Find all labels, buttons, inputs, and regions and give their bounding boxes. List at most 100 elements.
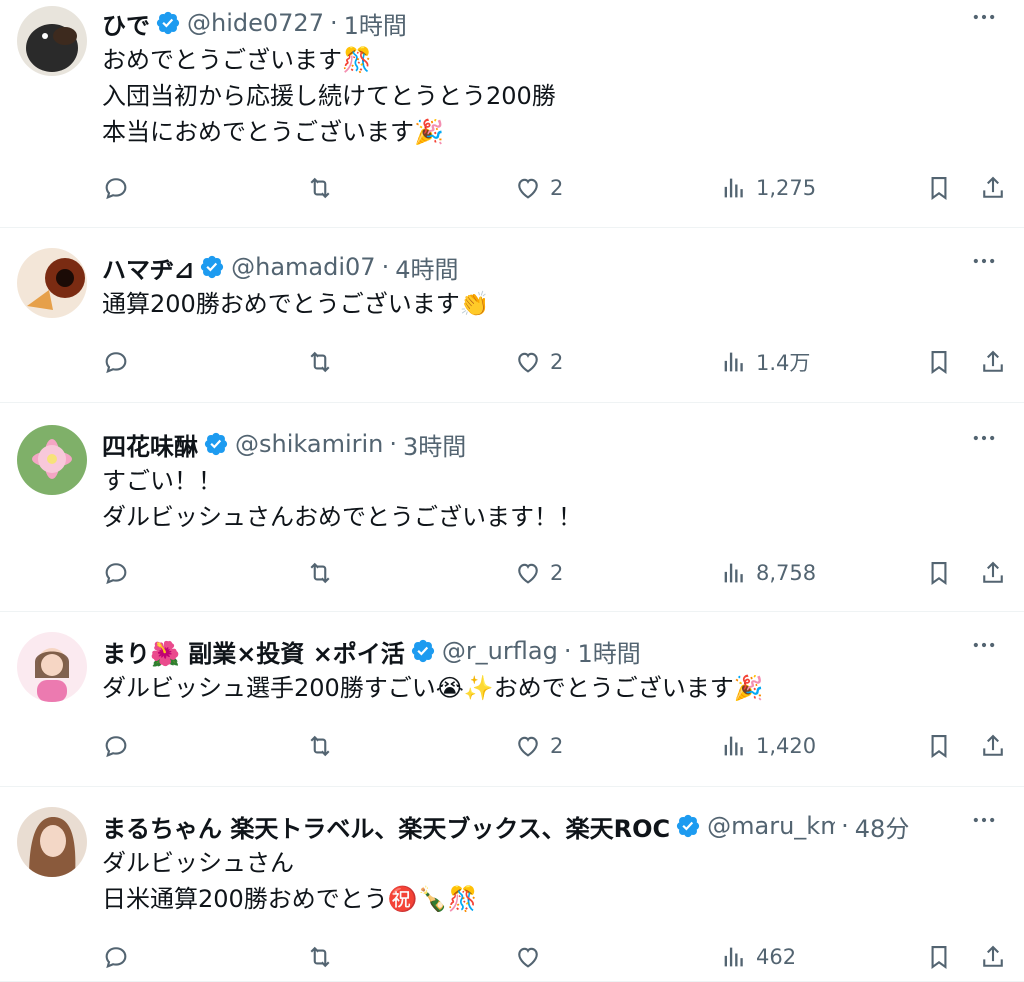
share-button[interactable] bbox=[979, 344, 1007, 380]
tweet-5[interactable]: まるちゃん 楽天トラベル、楽天ブックス、楽天ROC @maru_km · 48分… bbox=[0, 787, 1024, 982]
views-chart-icon bbox=[724, 178, 743, 198]
share-button[interactable] bbox=[979, 728, 1007, 764]
reply-button[interactable] bbox=[102, 344, 130, 380]
like-button[interactable]: 2 bbox=[514, 170, 563, 206]
retweet-button[interactable] bbox=[306, 555, 334, 591]
display-name[interactable]: まるちゃん 楽天トラベル、楽天ブックス、楽天ROC bbox=[102, 809, 670, 844]
share-button[interactable] bbox=[979, 939, 1007, 975]
separator: · bbox=[381, 253, 390, 281]
bookmark-icon bbox=[931, 177, 947, 200]
tweet-3[interactable]: 四花味醂 @shikamirin · 3時間 すごい！！ ダルビッシュさんおめで… bbox=[0, 403, 1024, 612]
tweet-text: おめでとうございます🎊 入団当初から応援し続けてとうとう200勝 本当におめでと… bbox=[102, 42, 964, 150]
views-button[interactable]: 1,420 bbox=[720, 728, 816, 764]
tweet-2[interactable]: ハマヂ⊿ @hamadi07 · 4時間 通算200勝おめでとうございます👏 2… bbox=[0, 228, 1024, 403]
tweet-text-line: ダルビッシュさん bbox=[102, 849, 294, 877]
more-options-icon[interactable] bbox=[964, 628, 1004, 662]
bookmark-icon bbox=[931, 946, 947, 969]
retweet-button[interactable] bbox=[306, 344, 334, 380]
tweet-text-line: ダルビッシュ選手200勝すごい😭✨おめでとうございます🎉 bbox=[102, 674, 764, 702]
bookmark-icon bbox=[931, 562, 947, 585]
share-icon bbox=[983, 350, 1003, 372]
view-count: 1,420 bbox=[756, 734, 817, 758]
retweet-button[interactable] bbox=[306, 939, 334, 975]
share-button[interactable] bbox=[979, 555, 1007, 591]
separator: · bbox=[329, 9, 338, 37]
view-count: 1,275 bbox=[756, 176, 817, 200]
tweet-text: 通算200勝おめでとうございます👏 bbox=[102, 286, 964, 322]
bookmark-button[interactable] bbox=[925, 555, 953, 591]
like-count: 2 bbox=[550, 561, 564, 585]
timestamp[interactable]: 3時間 bbox=[403, 427, 466, 462]
handle[interactable]: @maru_km bbox=[707, 812, 835, 840]
more-options-icon[interactable] bbox=[964, 421, 1004, 455]
tweet-text-line: 通算200勝おめでとうございます👏 bbox=[102, 290, 490, 318]
avatar[interactable] bbox=[17, 248, 87, 318]
retweet-button[interactable] bbox=[306, 170, 334, 206]
avatar[interactable] bbox=[17, 6, 87, 76]
tweet-text: ダルビッシュさん 日米通算200勝おめでとう㊗️🍾🎊 bbox=[102, 845, 964, 917]
retweet-icon bbox=[310, 735, 330, 757]
separator: · bbox=[389, 430, 397, 458]
tweet-text-line: 日米通算200勝おめでとう㊗️🍾🎊 bbox=[102, 885, 478, 913]
reply-button[interactable] bbox=[102, 728, 130, 764]
avatar[interactable] bbox=[17, 807, 87, 877]
view-count: 462 bbox=[756, 945, 797, 969]
retweet-button[interactable] bbox=[306, 728, 334, 764]
reply-icon bbox=[105, 352, 127, 374]
like-button[interactable] bbox=[514, 939, 550, 975]
views-button[interactable]: 1.4万 bbox=[720, 344, 810, 380]
display-name[interactable]: 四花味醂 bbox=[102, 427, 198, 462]
retweet-icon bbox=[310, 562, 330, 584]
handle[interactable]: @r_urflag bbox=[442, 637, 558, 665]
verified-badge-icon bbox=[201, 255, 224, 279]
views-button[interactable]: 462 bbox=[720, 939, 796, 975]
tweet-text-line: ダルビッシュさんおめでとうございます！！ bbox=[102, 503, 582, 531]
heart-icon bbox=[518, 563, 538, 584]
tweet-4[interactable]: まり🌺 副業×投資 ×ポイ活 @r_urflag · 1時間 ダルビッシュ選手2… bbox=[0, 612, 1024, 787]
view-count: 1.4万 bbox=[756, 351, 811, 375]
like-button[interactable]: 2 bbox=[514, 344, 563, 380]
retweet-icon bbox=[310, 177, 330, 199]
handle[interactable]: @shikamirin bbox=[235, 430, 383, 458]
handle[interactable]: @hide0727 bbox=[187, 9, 324, 37]
tweet-text-line: 入団当初から応援し続けてとうとう200勝 bbox=[102, 82, 556, 110]
share-icon bbox=[983, 734, 1003, 756]
bookmark-button[interactable] bbox=[925, 939, 953, 975]
reply-button[interactable] bbox=[102, 170, 130, 206]
heart-icon bbox=[518, 947, 538, 968]
views-button[interactable]: 8,758 bbox=[720, 555, 816, 591]
more-options-icon[interactable] bbox=[964, 0, 1004, 34]
more-options-icon[interactable] bbox=[964, 803, 1004, 837]
like-count: 2 bbox=[550, 350, 564, 374]
timestamp[interactable]: 4時間 bbox=[395, 250, 458, 285]
bookmark-button[interactable] bbox=[925, 728, 953, 764]
heart-icon bbox=[518, 352, 538, 373]
like-button[interactable]: 2 bbox=[514, 555, 563, 591]
retweet-icon bbox=[310, 946, 330, 968]
reply-button[interactable] bbox=[102, 939, 130, 975]
tweet-text-line: すごい！！ bbox=[102, 467, 222, 495]
verified-badge-icon bbox=[156, 11, 180, 35]
display-name[interactable]: まり🌺 副業×投資 ×ポイ活 bbox=[102, 634, 405, 669]
timestamp[interactable]: 48分 bbox=[855, 809, 910, 844]
share-icon bbox=[983, 945, 1003, 967]
avatar[interactable] bbox=[17, 425, 87, 495]
share-icon bbox=[983, 561, 1003, 583]
timestamp[interactable]: 1時間 bbox=[577, 634, 640, 669]
like-button[interactable]: 2 bbox=[514, 728, 563, 764]
views-button[interactable]: 1,275 bbox=[720, 170, 816, 206]
bookmark-button[interactable] bbox=[925, 344, 953, 380]
more-options-icon[interactable] bbox=[964, 244, 1004, 278]
tweet-text-line: 本当におめでとうございます🎉 bbox=[102, 118, 444, 146]
reply-button[interactable] bbox=[102, 555, 130, 591]
share-button[interactable] bbox=[979, 170, 1007, 206]
avatar[interactable] bbox=[17, 632, 87, 702]
bookmark-button[interactable] bbox=[925, 170, 953, 206]
tweet-text: ダルビッシュ選手200勝すごい😭✨おめでとうございます🎉 bbox=[102, 670, 964, 706]
display-name[interactable]: ひで bbox=[102, 6, 150, 41]
tweet-1[interactable]: ひで @hide0727 · 1時間 おめでとうございます🎊 入団当初から応援し… bbox=[0, 0, 1024, 228]
timestamp[interactable]: 1時間 bbox=[344, 6, 407, 41]
handle[interactable]: @hamadi07 bbox=[231, 253, 375, 281]
reply-icon bbox=[105, 563, 127, 585]
display-name[interactable]: ハマヂ⊿ bbox=[102, 250, 194, 285]
